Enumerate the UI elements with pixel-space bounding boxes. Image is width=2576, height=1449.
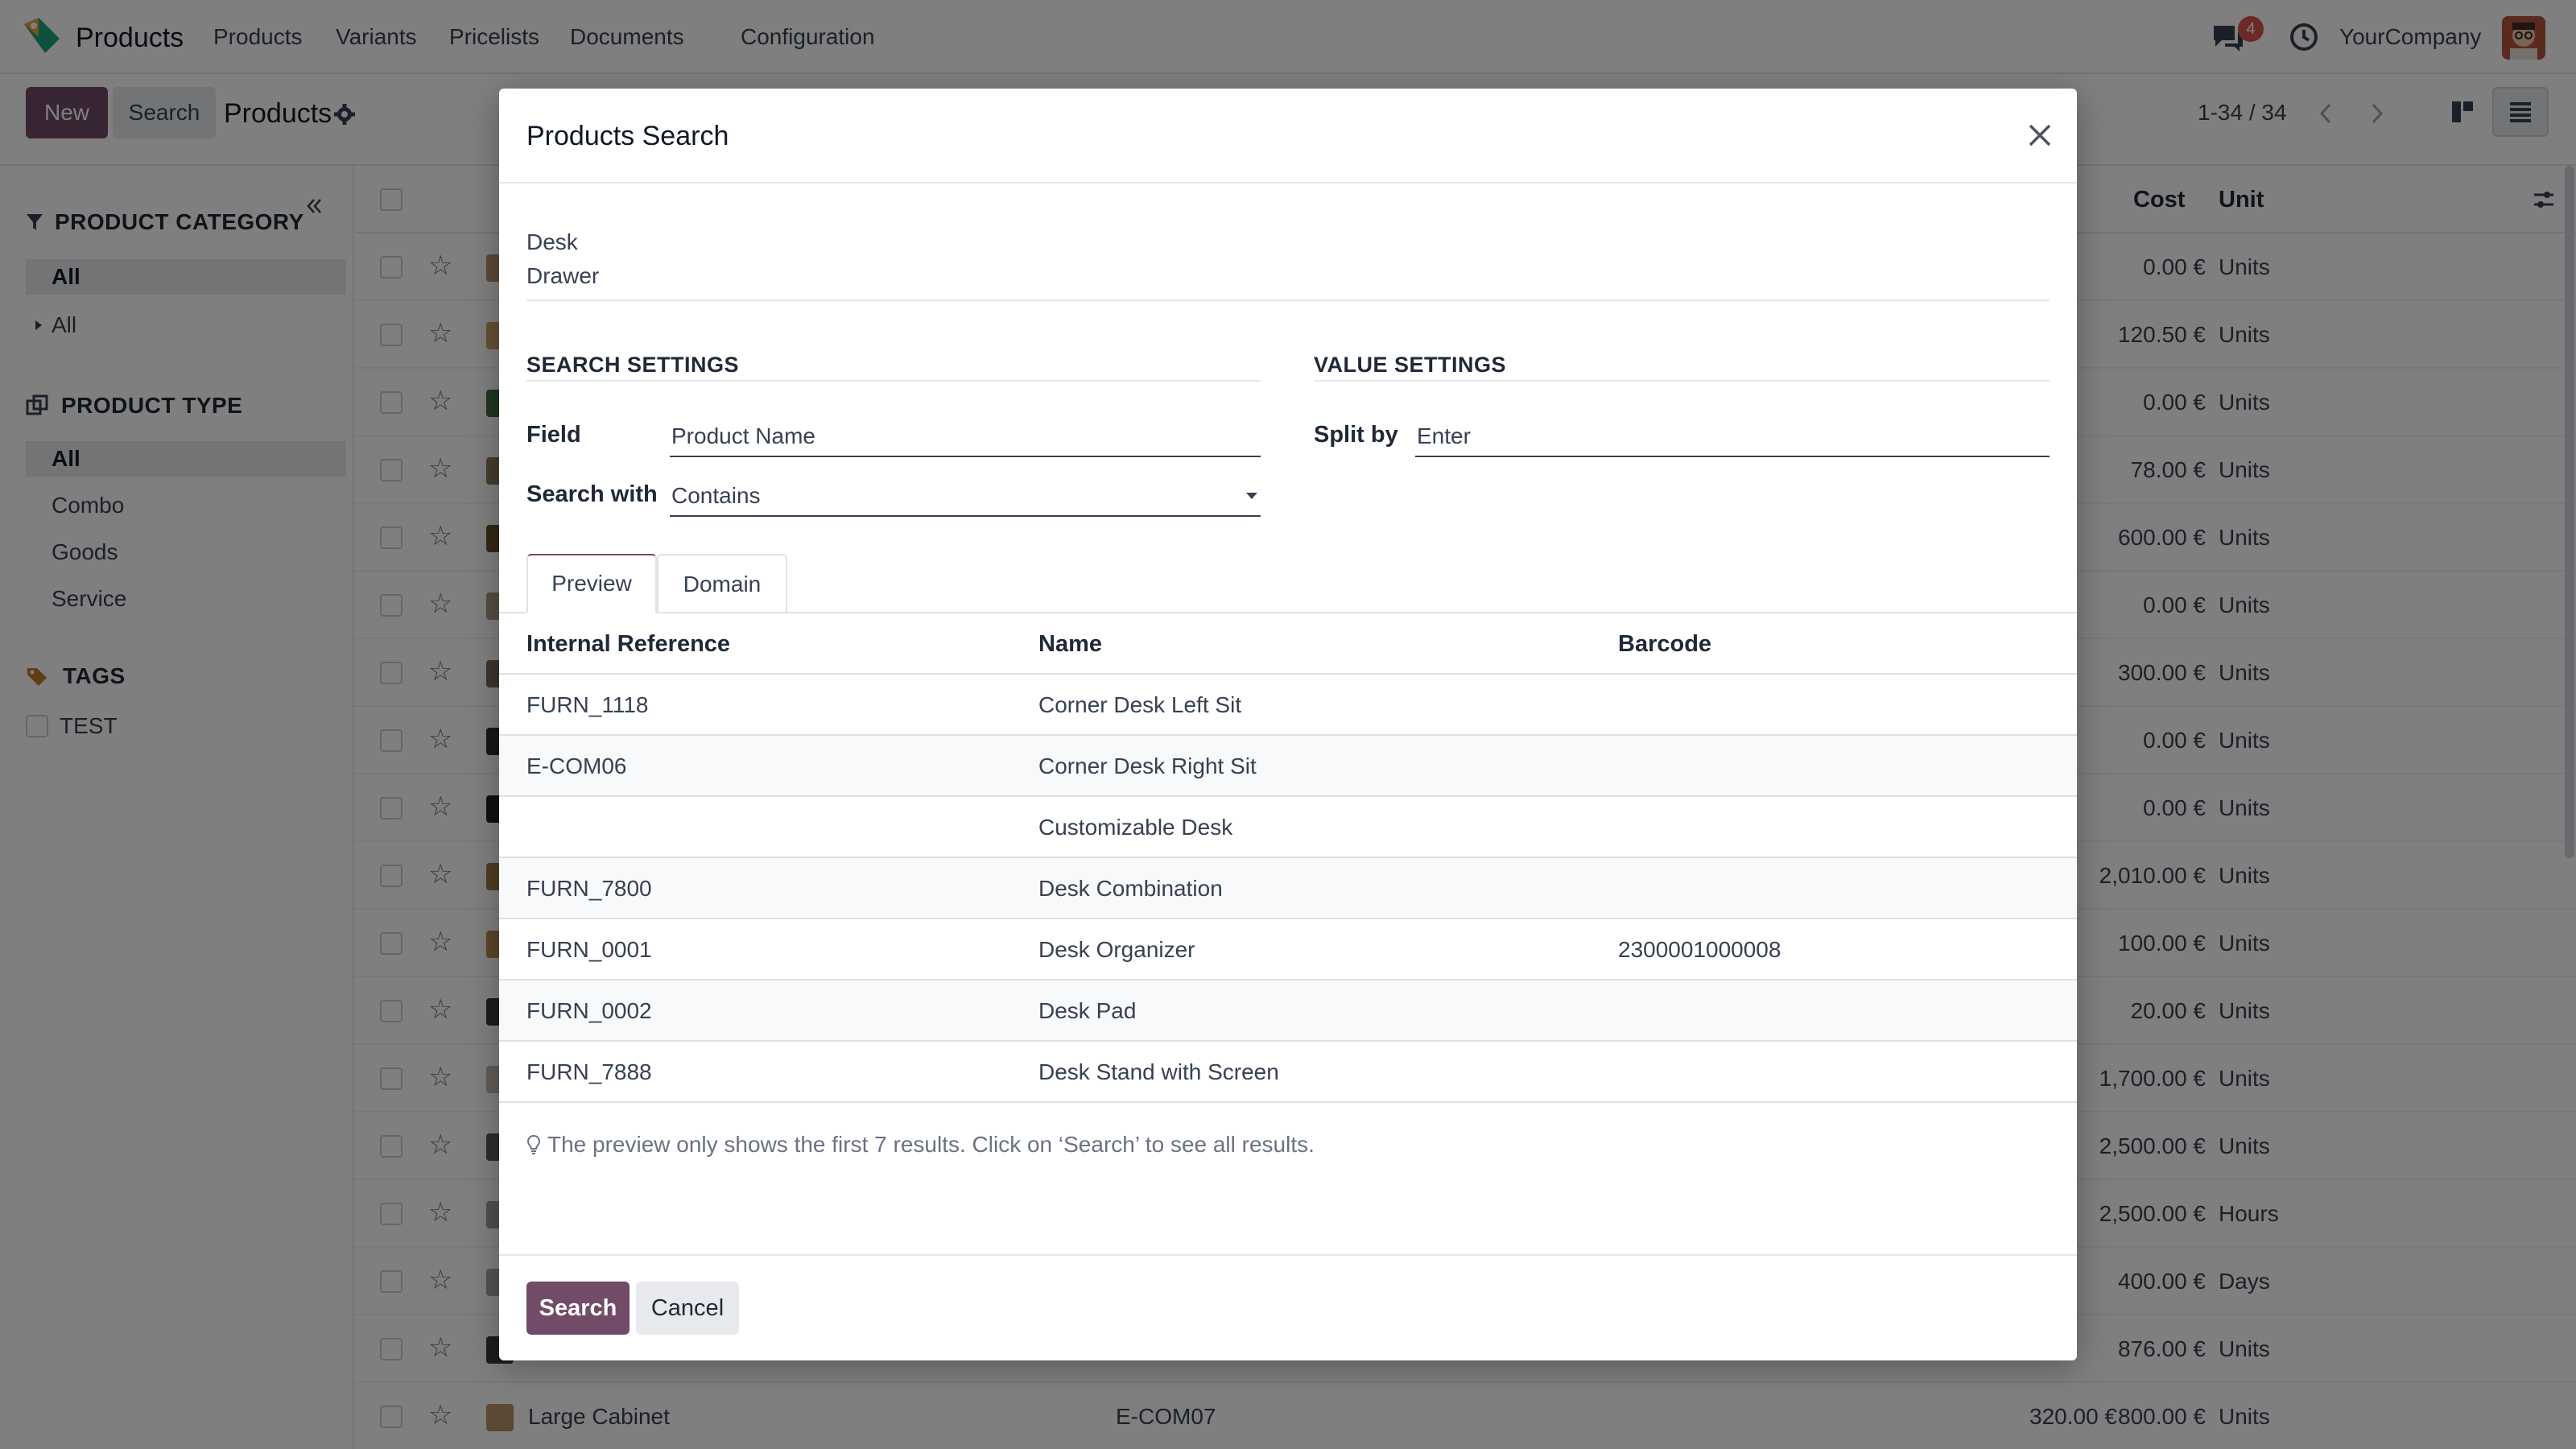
lightbulb-icon [526,1134,541,1154]
search-terms[interactable]: Desk Drawer [526,225,599,293]
column-header-internal-reference: Internal Reference [526,631,731,657]
search-term: Desk [526,229,578,254]
value-settings-title: VALUE SETTINGS [1314,353,1507,377]
divider [526,299,2050,301]
preview-row[interactable]: FURN_7800 Desk Combination [499,858,2077,919]
name-cell: Corner Desk Left Sit [1038,692,1242,717]
field-label: Field [526,422,581,448]
internal-reference-cell: E-COM06 [526,753,627,778]
name-cell: Customizable Desk [1038,815,1233,840]
split-by-label: Split by [1314,422,1398,448]
products-search-dialog: Products Search Desk Drawer SEARCH SETTI… [499,89,2077,1360]
modal-header: Products Search [499,89,2077,184]
preview-hint-text: The preview only shows the first 7 resul… [547,1132,1315,1157]
name-cell: Corner Desk Right Sit [1038,753,1257,778]
preview-row[interactable]: Customizable Desk [499,797,2077,858]
search-term: Drawer [526,263,600,288]
search-settings-title: SEARCH SETTINGS [526,353,740,377]
modal-title: Products Search [526,121,729,151]
internal-reference-cell: FURN_7800 [526,876,652,901]
search-with-value: Contains [671,483,761,508]
name-cell: Desk Combination [1038,876,1223,901]
search-with-label: Search with [526,481,658,507]
divider [526,380,1261,382]
column-header-name: Name [1038,631,1102,657]
internal-reference-cell: FURN_0002 [526,998,652,1023]
search-with-select[interactable]: Contains [670,473,1261,517]
divider [1314,380,2050,382]
column-header-barcode: Barcode [1618,631,1712,657]
preview-hint: The preview only shows the first 7 resul… [526,1132,1315,1158]
tab-preview[interactable]: Preview [526,554,657,613]
footer-divider [499,1254,2077,1256]
preview-table-header: Internal Reference Name Barcode [499,613,2077,675]
field-input[interactable]: Product Name [670,414,1261,457]
preview-row[interactable]: FURN_1118 Corner Desk Left Sit [499,675,2077,736]
name-cell: Desk Stand with Screen [1038,1059,1279,1084]
name-cell: Desk Pad [1038,998,1137,1023]
split-by-input[interactable]: Enter [1415,414,2050,457]
dropdown-caret-icon [1246,493,1257,499]
name-cell: Desk Organizer [1038,937,1195,962]
close-icon[interactable] [2024,119,2056,151]
preview-row[interactable]: FURN_0002 Desk Pad [499,980,2077,1042]
preview-row[interactable]: E-COM06 Corner Desk Right Sit [499,736,2077,797]
preview-row[interactable]: FURN_0001 Desk Organizer 2300001000008 [499,919,2077,980]
search-button[interactable]: Search [526,1282,630,1335]
cancel-button[interactable]: Cancel [636,1282,739,1335]
preview-row[interactable]: FURN_7888 Desk Stand with Screen [499,1042,2077,1103]
tab-domain[interactable]: Domain [657,554,787,613]
internal-reference-cell: FURN_1118 [526,692,649,717]
internal-reference-cell: FURN_0001 [526,937,652,962]
internal-reference-cell: FURN_7888 [526,1059,652,1084]
barcode-cell: 2300001000008 [1618,937,1781,962]
